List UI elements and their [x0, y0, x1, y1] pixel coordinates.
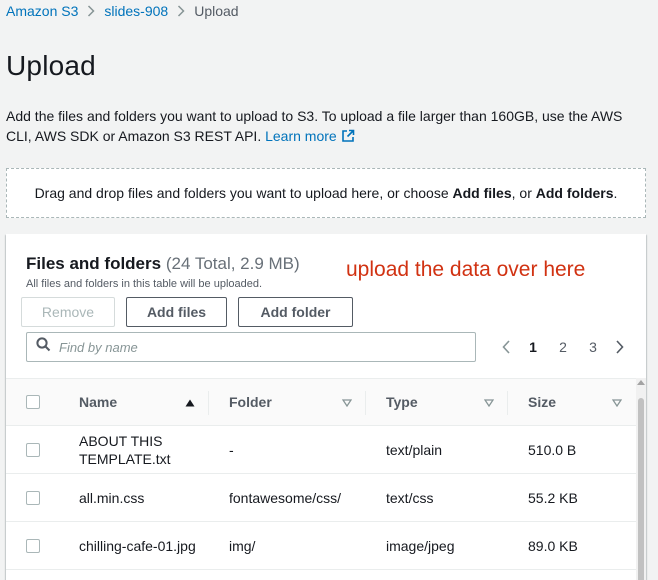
next-page-icon[interactable]: [608, 340, 632, 354]
dropzone-add-folders: Add folders: [535, 185, 614, 201]
column-label-type: Type: [386, 394, 418, 410]
column-label-name: Name: [79, 394, 118, 410]
cell-size: 510.0 B: [528, 441, 577, 458]
external-link-icon: [341, 128, 355, 148]
search-icon: [36, 337, 51, 357]
remove-button[interactable]: Remove: [21, 297, 115, 327]
prev-page-icon[interactable]: [494, 340, 518, 354]
cell-type: image/jpeg: [386, 537, 455, 554]
table-row[interactable]: chilling-cafe-01.jpg img/ image/jpeg 89.…: [6, 522, 636, 570]
caret-down-outline-icon: [341, 394, 353, 410]
cell-size: 89.0 KB: [528, 537, 578, 554]
row-checkbox[interactable]: [26, 490, 40, 505]
cell-name: chilling-cafe-01.jpg: [79, 537, 196, 554]
scroll-up-icon[interactable]: [637, 380, 645, 385]
cell-folder: -: [229, 441, 234, 458]
drop-zone[interactable]: Drag and drop files and folders you want…: [6, 168, 646, 218]
scroll-thumb[interactable]: [638, 398, 644, 580]
breadcrumb-current: Upload: [194, 3, 239, 19]
page-2[interactable]: 2: [548, 339, 578, 355]
panel-counter: (24 Total, 2.9 MB): [165, 254, 300, 273]
column-header-folder[interactable]: Folder: [209, 379, 366, 425]
cell-folder: fontawesome/css/: [229, 489, 342, 506]
panel-header: Files and folders (24 Total, 2.9 MB) All…: [26, 254, 300, 290]
add-folder-button[interactable]: Add folder: [238, 297, 353, 327]
search-box: [26, 332, 476, 362]
page-1[interactable]: 1: [518, 339, 548, 355]
page-3[interactable]: 3: [578, 339, 608, 355]
chevron-right-icon: [87, 5, 95, 17]
table-scrollbar[interactable]: [636, 378, 646, 580]
cell-name: all.min.css: [79, 489, 145, 506]
caret-down-outline-icon: [611, 394, 623, 410]
row-checkbox-cell: [6, 490, 61, 505]
select-all-checkbox[interactable]: [26, 395, 40, 409]
cell-folder: img/: [229, 537, 256, 554]
pagination: 1 2 3: [494, 337, 632, 357]
breadcrumb-link-s3[interactable]: Amazon S3: [6, 3, 78, 19]
dropzone-add-files: Add files: [452, 185, 512, 201]
dropzone-or: , or: [511, 185, 532, 201]
table-row[interactable]: all.min.css fontawesome/css/ text/css 55…: [6, 474, 636, 522]
dropzone-text: Drag and drop files and folders you want…: [34, 185, 449, 201]
cell-name: ABOUT THIS TEMPLATE.txt: [79, 432, 171, 467]
panel-title: Files and folders (24 Total, 2.9 MB): [26, 254, 300, 274]
column-header-type[interactable]: Type: [366, 379, 508, 425]
files-table: Name Folder Type Size ABOUT THIS TEMPLAT: [6, 378, 636, 570]
breadcrumb-link-bucket[interactable]: slides-908: [104, 3, 168, 19]
table-row[interactable]: ABOUT THIS TEMPLATE.txt - text/plain 510…: [6, 426, 636, 474]
dropzone-suffix: .: [613, 185, 618, 201]
learn-more-label: Learn more: [265, 128, 337, 144]
search-input[interactable]: [59, 339, 449, 355]
caret-up-icon: [185, 394, 195, 410]
caret-down-outline-icon: [483, 394, 495, 410]
cell-type: text/plain: [386, 441, 443, 458]
page-title: Upload: [6, 50, 96, 81]
row-checkbox-cell: [6, 442, 61, 457]
row-checkbox[interactable]: [26, 442, 40, 457]
page-description: Add the files and folders you want to up…: [6, 106, 646, 148]
panel-title-text: Files and folders: [26, 254, 162, 273]
row-checkbox-cell: [6, 538, 61, 553]
cell-type: text/css: [386, 489, 434, 506]
chevron-right-icon: [177, 5, 185, 17]
panel-subtitle: All files and folders in this table will…: [26, 278, 263, 290]
column-label-size: Size: [528, 394, 557, 410]
select-all-cell: [6, 395, 61, 409]
column-label-folder: Folder: [229, 394, 272, 410]
files-and-folders-panel: Files and folders (24 Total, 2.9 MB) All…: [6, 234, 646, 580]
annotation-text: upload the data over here: [346, 258, 586, 281]
cell-size: 55.2 KB: [528, 489, 578, 506]
breadcrumb: Amazon S3 slides-908 Upload: [6, 3, 239, 19]
add-files-button[interactable]: Add files: [126, 297, 227, 327]
column-header-name[interactable]: Name: [61, 379, 209, 425]
column-header-size[interactable]: Size: [508, 379, 636, 425]
table-header: Name Folder Type Size: [6, 378, 636, 426]
row-checkbox[interactable]: [26, 538, 40, 553]
learn-more-link[interactable]: Learn more: [265, 128, 355, 144]
